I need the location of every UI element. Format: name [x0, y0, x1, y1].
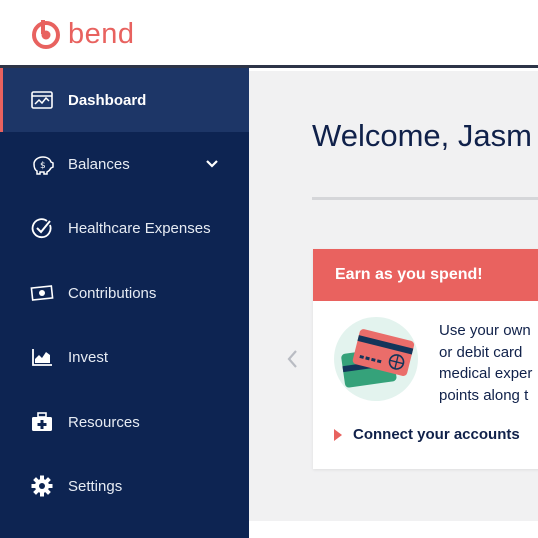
- page-footer-area: [249, 521, 538, 538]
- promo-card-header: Earn as you spend!: [313, 249, 538, 301]
- promo-card-title: Earn as you spend!: [335, 266, 483, 283]
- title-divider: [312, 197, 538, 200]
- page-title: Welcome, Jasm: [312, 118, 532, 153]
- svg-text:$: $: [40, 161, 46, 171]
- play-arrow-icon: [333, 428, 343, 442]
- sidebar-item-resources[interactable]: Resources: [0, 390, 249, 454]
- chevron-left-icon[interactable]: [284, 347, 300, 371]
- sidebar-item-healthcare-expenses[interactable]: Healthcare Expenses: [0, 196, 249, 260]
- top-bar: bend: [0, 0, 538, 68]
- sidebar-item-dashboard[interactable]: Dashboard: [0, 68, 249, 132]
- sidebar-item-contributions[interactable]: Contributions: [0, 261, 249, 325]
- sidebar-item-label: Settings: [68, 477, 123, 495]
- brand-logo[interactable]: bend: [30, 18, 135, 50]
- promo-card-body-line: points along t: [439, 386, 529, 404]
- sidebar-item-balances[interactable]: $ Balances: [0, 132, 249, 196]
- piggy-bank-icon: $: [30, 152, 54, 176]
- promo-card: Earn as you spend! Use your own or debit…: [313, 249, 538, 469]
- promo-card-body-line: or debit card: [439, 343, 523, 361]
- dashboard-icon: [30, 88, 54, 112]
- cash-icon: [30, 281, 54, 305]
- connect-accounts-link[interactable]: Connect your accounts: [333, 426, 520, 443]
- promo-card-body-line: medical exper: [439, 365, 533, 382]
- sidebar-item-label: Contributions: [68, 284, 157, 302]
- chevron-down-icon[interactable]: [204, 156, 220, 172]
- medical-kit-icon: [30, 410, 54, 434]
- sidebar-item-settings[interactable]: Settings: [0, 454, 249, 518]
- main-content: Welcome, Jasm Earn as you spend! Use you…: [249, 71, 538, 521]
- promo-card-body: Use your own or debit card medical exper…: [439, 320, 538, 406]
- area-chart-icon: [30, 345, 54, 369]
- bend-logo-icon: [32, 20, 60, 49]
- promo-card-body-line: Use your own: [439, 322, 531, 339]
- sidebar-item-invest[interactable]: Invest: [0, 325, 249, 389]
- brand-name: bend: [68, 17, 135, 50]
- connect-accounts-label: Connect your accounts: [353, 426, 520, 443]
- sidebar-nav: Dashboard $ Balances Healthcare Expenses…: [0, 68, 249, 538]
- sidebar-item-label: Balances: [68, 155, 130, 173]
- sidebar-item-label: Invest: [68, 348, 109, 366]
- sidebar-item-label: Healthcare Expenses: [68, 219, 211, 237]
- sidebar-item-label: Resources: [68, 413, 140, 431]
- check-circle-icon: [30, 216, 54, 240]
- gear-icon: [30, 474, 54, 498]
- credit-cards-icon: [333, 316, 419, 402]
- sidebar-item-label: Dashboard: [68, 91, 147, 109]
